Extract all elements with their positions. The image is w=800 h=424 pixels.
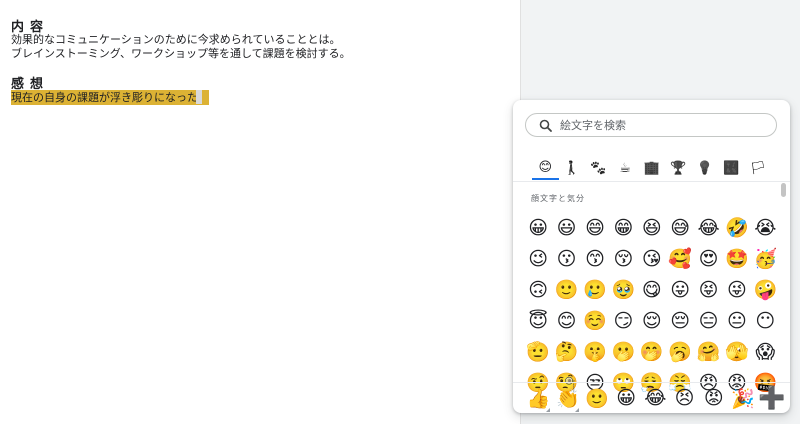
emoji-button[interactable]: 😅: [666, 213, 694, 244]
recent-emoji: 🙂: [585, 387, 609, 410]
tab-animals-nature[interactable]: 🐾: [585, 156, 612, 180]
emoji-button[interactable]: 😇: [524, 306, 552, 337]
divider: [513, 181, 790, 182]
emoji-button[interactable]: 😜: [723, 275, 751, 306]
emoji-button[interactable]: 😐: [723, 306, 751, 337]
emoji-button[interactable]: 🤗: [694, 337, 722, 368]
emoji-picker: 😊🚶🐾☕🏢🏆💡🔣🏳 顔文字と気分 😀😃😄😁😆😅😂🤣😭😉😗😙😚😘🥰😍🤩🥳🙃🙂🥲🥹😋…: [513, 100, 790, 413]
emoji-button[interactable]: 😚: [609, 244, 637, 275]
emoji-button[interactable]: 🥲: [581, 275, 609, 306]
text-cursor: [196, 90, 202, 104]
recent-emoji-button[interactable]: 👏: [553, 387, 582, 412]
tab-flags[interactable]: 🏳: [745, 156, 772, 180]
emoji-button[interactable]: 🤩: [723, 244, 751, 275]
activities-icon: 🏆: [670, 160, 687, 176]
emoji-button[interactable]: 🥰: [666, 244, 694, 275]
recent-emoji: 😀: [616, 387, 637, 409]
emoji-button[interactable]: 😍: [694, 244, 722, 275]
emoji-button[interactable]: 😃: [552, 213, 580, 244]
emoji-button[interactable]: 😌: [638, 306, 666, 337]
emoji-button[interactable]: 😘: [638, 244, 666, 275]
highlighted-text-line[interactable]: 現在の自身の課題が浮き彫りになった。: [11, 90, 209, 105]
emoji-button[interactable]: 😄: [581, 213, 609, 244]
body-text-line: ブレインストーミング、ワークショップ等を通して課題を検討する。: [11, 47, 351, 60]
emoji-button[interactable]: 😱: [751, 337, 779, 368]
tab-objects[interactable]: 💡: [692, 156, 719, 180]
emoji-button[interactable]: 🤣: [723, 213, 751, 244]
section-title: 顔文字と気分: [531, 194, 585, 203]
emoji-button[interactable]: 😶: [751, 306, 779, 337]
flags-icon: 🏳: [749, 160, 767, 176]
selected-text-highlight: 現在の自身の課題が浮き彫りになった。: [11, 90, 209, 105]
recent-emoji-button[interactable]: 😣: [670, 387, 699, 409]
emoji-button[interactable]: 😉: [524, 244, 552, 275]
recent-emoji: 👍: [526, 387, 551, 410]
people-icon: 🚶: [563, 160, 580, 176]
objects-icon: 💡: [696, 160, 713, 176]
emoji-button[interactable]: 😑: [694, 306, 722, 337]
emoji-button[interactable]: 😭: [751, 213, 779, 244]
travel-places-icon: 🏢: [643, 160, 660, 176]
emoji-button[interactable]: 😂: [694, 213, 722, 244]
emoji-button[interactable]: 😛: [666, 275, 694, 306]
emoji-search-box[interactable]: [525, 113, 777, 137]
recent-emoji-button[interactable]: 🎉: [728, 387, 757, 410]
recent-emoji-button[interactable]: 🙂: [582, 387, 611, 410]
emoji-button[interactable]: 🤭: [638, 337, 666, 368]
smileys-icon: 😊: [538, 159, 553, 175]
emoji-scrollbar[interactable]: [781, 183, 786, 197]
tab-food-drink[interactable]: ☕: [612, 156, 639, 180]
emoji-button[interactable]: 🤫: [581, 337, 609, 368]
add-emoji-button[interactable]: ➕: [758, 386, 787, 411]
animals-nature-icon: 🐾: [590, 160, 607, 176]
emoji-button[interactable]: 🙃: [524, 275, 552, 306]
recent-emoji-bar: 👍 👏 🙂 😀 😂 😣 😡 🎉 ➕: [513, 382, 790, 413]
emoji-button[interactable]: 🥹: [609, 275, 637, 306]
plus-icon: ➕: [758, 385, 786, 411]
emoji-search-input[interactable]: [558, 117, 762, 133]
emoji-button[interactable]: 🫡: [524, 337, 552, 368]
emoji-category-tabs: 😊 🚶 🐾 ☕ 🏢 🏆 💡 🔣 🏳: [532, 156, 772, 180]
tab-activities[interactable]: 🏆: [665, 156, 692, 180]
recent-emoji: 😂: [644, 387, 667, 409]
tab-symbols[interactable]: 🔣: [718, 156, 745, 180]
recent-emoji: 👏: [555, 387, 580, 410]
emoji-grid: 😀 😃 😄 😁 😆 😅 😂 🤣 😭 😉 😗 😙 😚 😘 🥰 😍 🤩 🥳 🙃 🙂 🥲 🥹 😋 😛 😝 😜 🤪 😇 😊 ☺️ 😏 😌 😔 😑 😐 😶 🫡 🤔 🤫…: [524, 213, 780, 399]
recent-emoji: 🎉: [731, 387, 755, 410]
recent-emoji-button[interactable]: 👍: [524, 387, 553, 412]
document-area: 内容 効果的なコミュニケーションのために今求められていることとは。 ブレインスト…: [0, 0, 520, 424]
tab-people[interactable]: 🚶: [559, 156, 586, 180]
recent-emoji: 😣: [674, 387, 695, 409]
emoji-button[interactable]: 😊: [552, 306, 580, 337]
emoji-button[interactable]: 🥱: [666, 337, 694, 368]
emoji-button[interactable]: 😝: [694, 275, 722, 306]
tab-travel-places[interactable]: 🏢: [638, 156, 665, 180]
emoji-button[interactable]: 😙: [581, 244, 609, 275]
recent-emoji-button[interactable]: 😡: [699, 387, 728, 409]
emoji-button[interactable]: 😋: [638, 275, 666, 306]
emoji-button[interactable]: ☺️: [581, 306, 609, 337]
recent-emoji-button[interactable]: 😂: [641, 387, 670, 409]
emoji-button[interactable]: 🤪: [751, 275, 779, 306]
emoji-button[interactable]: 😏: [609, 306, 637, 337]
search-icon: [539, 119, 552, 132]
emoji-button[interactable]: 🙂: [552, 275, 580, 306]
recent-emoji-button[interactable]: 😀: [612, 387, 641, 409]
emoji-button[interactable]: 😆: [638, 213, 666, 244]
emoji-button[interactable]: 😔: [666, 306, 694, 337]
emoji-button[interactable]: 🤔: [552, 337, 580, 368]
skin-tone-indicator-icon: [546, 407, 551, 412]
food-drink-icon: ☕: [619, 160, 631, 176]
emoji-button[interactable]: 😁: [609, 213, 637, 244]
emoji-button[interactable]: 🫣: [723, 337, 751, 368]
symbols-icon: 🔣: [723, 160, 740, 176]
skin-tone-indicator-icon: [575, 407, 580, 412]
emoji-button[interactable]: 🥳: [751, 244, 779, 275]
emoji-button[interactable]: 🫢: [609, 337, 637, 368]
tab-smileys[interactable]: 😊: [532, 156, 559, 180]
emoji-button[interactable]: 😗: [552, 244, 580, 275]
recent-emoji: 😡: [703, 387, 724, 409]
body-text-line: 効果的なコミュニケーションのために今求められていることとは。: [11, 33, 341, 46]
emoji-button[interactable]: 😀: [524, 213, 552, 244]
